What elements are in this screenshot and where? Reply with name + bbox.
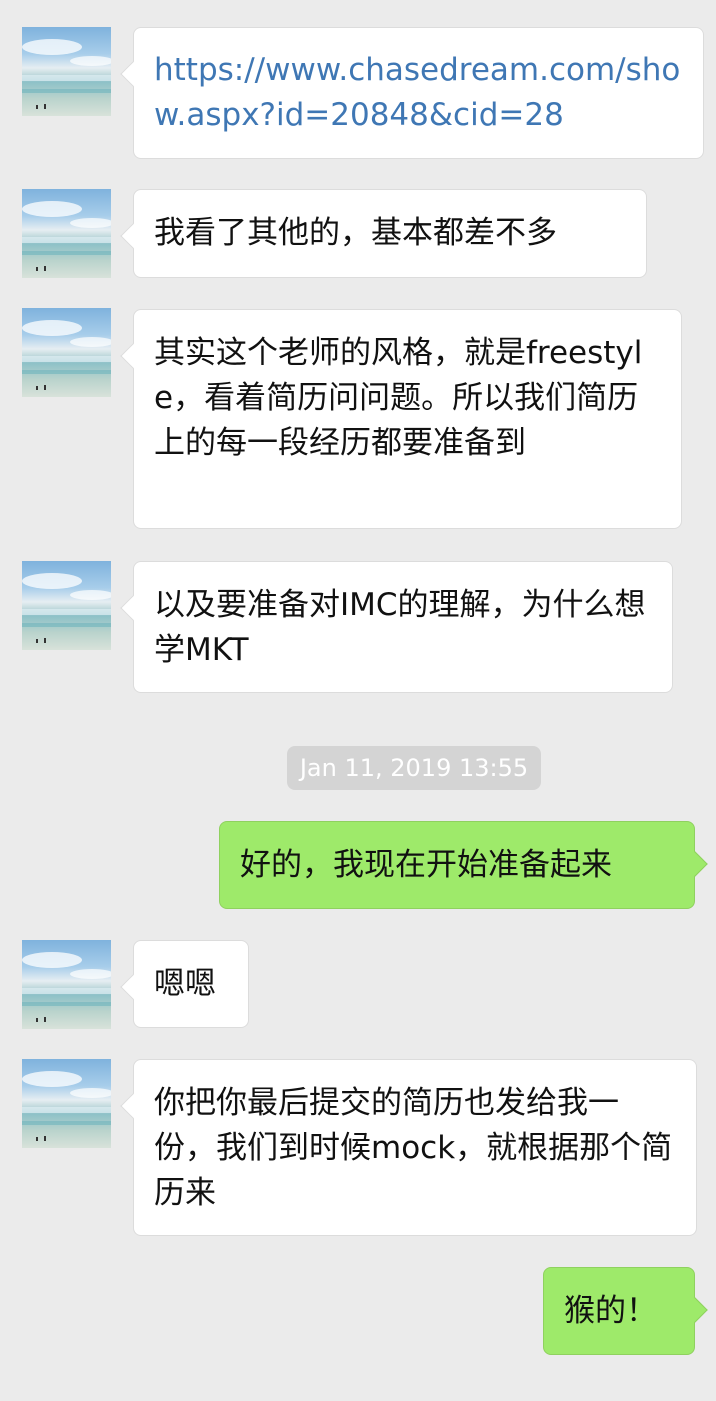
message-bubble-4[interactable]: 以及要准备对IMC的理解，为什么想学MKT <box>133 561 673 693</box>
message-text: 嗯嗯 <box>154 966 216 1002</box>
message-bubble-1[interactable]: https://www.chasedream.com/show.aspx?id=… <box>133 27 704 159</box>
beach-photo-icon <box>22 39 111 109</box>
message-bubble-3[interactable]: 其实这个老师的风格，就是freestyle，看着简历问问题。所以我们简历上的每一… <box>133 309 682 529</box>
message-bubble-2[interactable]: 我看了其他的，基本都差不多 <box>133 189 647 278</box>
message-bubble-7[interactable]: 你把你最后提交的简历也发给我一份，我们到时候mock，就根据那个简历来 <box>133 1059 697 1236</box>
beach-photo-icon <box>22 952 111 1022</box>
message-text: 其实这个老师的风格，就是freestyle，看着简历问问题。所以我们简历上的每一… <box>154 335 643 461</box>
chat-timestamp: Jan 11, 2019 13:55 <box>287 746 541 790</box>
beach-photo-icon <box>22 573 111 643</box>
beach-photo-icon <box>22 320 111 390</box>
message-text: 我看了其他的，基本都差不多 <box>154 215 557 251</box>
beach-photo-icon <box>22 201 111 271</box>
message-text: 好的，我现在开始准备起来 <box>240 847 612 883</box>
message-text: 猴的！ <box>564 1293 657 1329</box>
message-text: 以及要准备对IMC的理解，为什么想学MKT <box>154 587 646 668</box>
contact-avatar[interactable] <box>22 189 111 278</box>
message-bubble-6[interactable]: 嗯嗯 <box>133 940 249 1028</box>
contact-avatar[interactable] <box>22 561 111 650</box>
contact-avatar[interactable] <box>22 940 111 1029</box>
message-bubble-5[interactable]: 好的，我现在开始准备起来 <box>219 821 695 909</box>
message-bubble-8[interactable]: 猴的！ <box>543 1267 695 1355</box>
message-text: 你把你最后提交的简历也发给我一份，我们到时候mock，就根据那个简历来 <box>154 1085 673 1211</box>
beach-photo-icon <box>22 1071 111 1141</box>
contact-avatar[interactable] <box>22 1059 111 1148</box>
message-link-text[interactable]: https://www.chasedream.com/show.aspx?id=… <box>154 52 680 133</box>
contact-avatar[interactable] <box>22 308 111 397</box>
contact-avatar[interactable] <box>22 27 111 116</box>
